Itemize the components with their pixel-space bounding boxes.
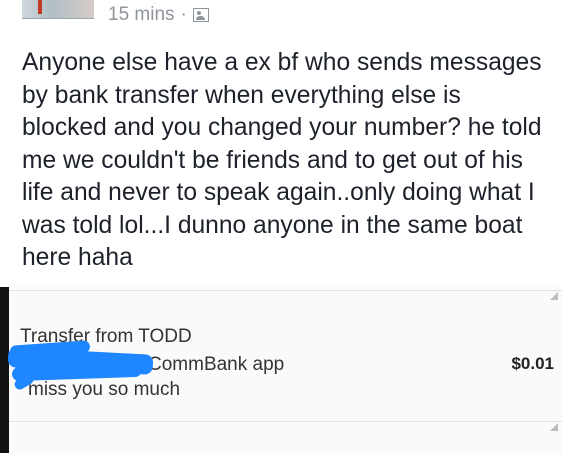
transaction-source: CommBank app bbox=[148, 354, 285, 375]
post-timestamp[interactable]: 15 mins bbox=[108, 4, 175, 26]
friends-audience-icon[interactable] bbox=[192, 8, 209, 22]
screenshot-edge bbox=[0, 287, 9, 453]
transaction-message: miss you so much bbox=[28, 379, 181, 400]
meta-separator: · bbox=[180, 4, 187, 25]
post-text: Anyone else have a ex bf who sends messa… bbox=[22, 49, 542, 271]
bank-transaction-screenshot: Transfer from TODD CommBank app miss you… bbox=[0, 287, 562, 453]
profile-avatar[interactable] bbox=[22, 0, 94, 19]
corner-marker-top bbox=[550, 292, 558, 300]
transaction-amount: $0.01 bbox=[511, 354, 554, 373]
corner-marker-bottom bbox=[550, 423, 558, 431]
divider-bottom bbox=[9, 421, 562, 422]
divider-top bbox=[9, 290, 562, 291]
post-meta: 15 mins · bbox=[108, 4, 209, 26]
